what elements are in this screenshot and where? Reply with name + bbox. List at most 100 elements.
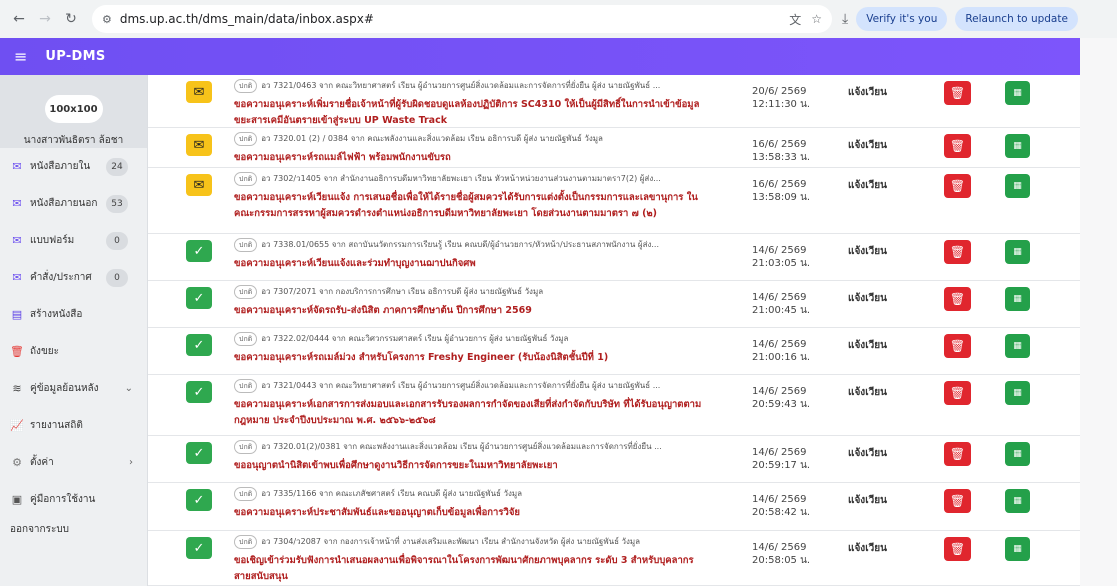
export-button[interactable]: ▦ — [1005, 442, 1030, 466]
sidebar-item-forms[interactable]: ✉ แบบฟอร์ม 0 — [0, 222, 147, 259]
unread-envelope-icon[interactable]: ✉ — [186, 174, 212, 196]
site-info-icon[interactable]: ⚙ — [102, 13, 112, 26]
app-header: ≡ UP-DMS — [0, 38, 1080, 75]
document-info[interactable]: ปกติ อว 7307/2071 จาก กองบริการการศึกษา เ… — [234, 285, 704, 319]
document-info[interactable]: ปกติ อว 7320.01(2)/0381 จาก คณะพลังงานและ… — [234, 440, 704, 474]
sidebar-item-orders[interactable]: ✉ คำสั่ง/ประกาศ 0 — [0, 259, 147, 296]
export-button[interactable]: ▦ — [1005, 537, 1030, 561]
chevron-right-icon: › — [129, 457, 133, 468]
table-row[interactable]: ✓ ปกติ อว 7338.01/0655 จาก สถาบันนวัตกรรมก… — [148, 234, 1080, 281]
address-bar[interactable]: ⚙ dms.up.ac.th/dms_main/data/inbox.aspx#… — [92, 5, 832, 33]
sidebar-item-external-docs[interactable]: ✉ หนังสือภายนอก 53 — [0, 185, 147, 222]
translate-icon[interactable]: 文 — [789, 11, 801, 28]
document-meta-text: อว 7335/1166 จาก คณะเภสัชศาสตร์ เรียน คณ… — [261, 489, 523, 498]
table-row[interactable]: ✓ ปกติ อว 7335/1166 จาก คณะเภสัชศาสตร์ เรี… — [148, 483, 1080, 531]
delete-button[interactable]: 🗑 — [944, 334, 971, 358]
document-subject[interactable]: ขอความอนุเคราะห์รถเมล์ม่วง สำหรับโครงการ… — [234, 350, 704, 366]
document-subject[interactable]: ขอความอนุเคราะห์เวียนแจ้ง การเสนอชื่อเพื… — [234, 190, 704, 222]
bookmark-star-icon[interactable]: ☆ — [811, 12, 822, 26]
document-subject[interactable]: ขอความอนุเคราะห์จัดรถรับ-ส่งนิสิต ภาคการ… — [234, 303, 704, 319]
delete-button[interactable]: 🗑 — [944, 537, 971, 561]
delete-button[interactable]: 🗑 — [944, 240, 971, 264]
spreadsheet-icon: ▦ — [1013, 388, 1022, 398]
action-label: แจ้งเวียน — [848, 340, 887, 351]
read-check-icon[interactable]: ✓ — [186, 489, 212, 511]
delete-button[interactable]: 🗑 — [944, 442, 971, 466]
export-button[interactable]: ▦ — [1005, 240, 1030, 264]
table-row[interactable]: ✉ ปกติ อว 7321/0463 จาก คณะวิทยาศาสตร์ เรี… — [148, 75, 1080, 128]
document-meta-text: อว 7321/0463 จาก คณะวิทยาศาสตร์ เรียน ผู… — [261, 81, 661, 90]
table-row[interactable]: ✉ ปกติ อว 7302/ว1405 จาก สำนักงานอธิการบดี… — [148, 168, 1080, 234]
read-check-icon[interactable]: ✓ — [186, 334, 212, 356]
document-subject[interactable]: ขอความอนุเคราะห์รถแมล์ไฟฟ้า พร้อมพนักงาน… — [234, 150, 704, 166]
hamburger-menu-icon[interactable]: ≡ — [14, 47, 27, 66]
sidebar-item-trash[interactable]: 🗑 ถังขยะ — [0, 333, 147, 370]
export-button[interactable]: ▦ — [1005, 381, 1030, 405]
table-row[interactable]: ✓ ปกติ อว 7322.02/0444 จาก คณะวิศวกรรมศาสต… — [148, 328, 1080, 375]
document-info[interactable]: ปกติ อว 7321/0443 จาก คณะวิทยาศาสตร์ เรีย… — [234, 379, 704, 429]
document-info[interactable]: ปกติ อว 7321/0463 จาก คณะวิทยาศาสตร์ เรีย… — [234, 79, 704, 129]
document-info[interactable]: ปกติ อว 7302/ว1405 จาก สำนักงานอธิการบดีม… — [234, 172, 704, 222]
sidebar-item-label: คู่มือการใช้งาน — [30, 494, 96, 505]
read-check-icon[interactable]: ✓ — [186, 537, 212, 559]
back-icon[interactable]: ← — [8, 8, 30, 30]
trash-icon: 🗑 — [949, 447, 966, 461]
table-row[interactable]: ✓ ปกติ อว 7321/0443 จาก คณะวิทยาศาสตร์ เรี… — [148, 375, 1080, 436]
delete-button[interactable]: 🗑 — [944, 174, 971, 198]
sidebar-item-manual[interactable]: ▣ คู่มือการใช้งาน — [0, 481, 147, 518]
document-meta-text: อว 7302/ว1405 จาก สำนักงานอธิการบดีมหาวิ… — [261, 174, 661, 183]
unread-envelope-icon[interactable]: ✉ — [186, 134, 212, 156]
download-icon[interactable]: ⤓ — [842, 11, 848, 27]
delete-button[interactable]: 🗑 — [944, 381, 971, 405]
relaunch-button[interactable]: Relaunch to update — [955, 7, 1078, 31]
document-info[interactable]: ปกติ อว 7335/1166 จาก คณะเภสัชศาสตร์ เรีย… — [234, 487, 704, 521]
spreadsheet-icon: ▦ — [1013, 247, 1022, 257]
document-subject[interactable]: ขอความอนุเคราะห์เวียนแจ้งและร่วมทำบุญงาน… — [234, 256, 704, 272]
document-info[interactable]: ปกติ อว 7320.01 (2) / 0384 จาก คณะพลังงาน… — [234, 132, 704, 166]
delete-button[interactable]: 🗑 — [944, 489, 971, 513]
document-subject[interactable]: ขอความอนุเคราะห์เพิ่มรายชื่อเจ้าหน้าที่ผ… — [234, 97, 704, 129]
read-check-icon[interactable]: ✓ — [186, 287, 212, 309]
delete-button[interactable]: 🗑 — [944, 134, 971, 158]
read-check-icon[interactable]: ✓ — [186, 240, 212, 262]
document-info[interactable]: ปกติ อว 7322.02/0444 จาก คณะวิศวกรรมศาสตร… — [234, 332, 704, 366]
sidebar-item-settings[interactable]: ⚙ ตั้งค่า › — [0, 444, 147, 481]
read-check-icon[interactable]: ✓ — [186, 442, 212, 464]
delete-button[interactable]: 🗑 — [944, 287, 971, 311]
sidebar-item-logout[interactable]: ออกจากระบบ — [0, 518, 147, 540]
export-button[interactable]: ▦ — [1005, 334, 1030, 358]
sidebar-item-reports[interactable]: 📈 รายงานสถิติ — [0, 407, 147, 444]
export-button[interactable]: ▦ — [1005, 81, 1030, 105]
export-button[interactable]: ▦ — [1005, 134, 1030, 158]
document-meta-text: อว 7321/0443 จาก คณะวิทยาศาสตร์ เรียน ผู… — [261, 381, 661, 390]
table-row[interactable]: ✉ ปกติ อว 7320.01 (2) / 0384 จาก คณะพลังงา… — [148, 128, 1080, 168]
sidebar-item-internal-docs[interactable]: ✉ หนังสือภายใน 24 — [0, 148, 147, 185]
sidebar-item-label: คำสั่ง/ประกาศ — [30, 272, 92, 283]
document-date: 14/6/ 2569 — [752, 447, 807, 458]
sidebar-item-label: สร้างหนังสือ — [30, 309, 83, 320]
delete-button[interactable]: 🗑 — [944, 81, 971, 105]
export-button[interactable]: ▦ — [1005, 174, 1030, 198]
table-row[interactable]: ✓ ปกติ อว 7304/ว2087 จาก กองการเจ้าหน้าที่… — [148, 531, 1080, 586]
document-info[interactable]: ปกติ อว 7338.01/0655 จาก สถาบันนวัตกรรมกา… — [234, 238, 704, 272]
inbox-icon: ✉ — [12, 271, 22, 284]
forward-icon[interactable]: → — [34, 8, 56, 30]
sidebar-item-archive[interactable]: ≋ คู่ข้อมูลย้อนหลัง ⌄ — [0, 370, 147, 407]
document-subject[interactable]: ขอความอนุเคราะห์ประชาสัมพันธ์และขออนุญาต… — [234, 505, 704, 521]
document-subject[interactable]: ขอความอนุเคราะห์เอกสารการส่งมอบและเอกสาร… — [234, 397, 704, 429]
document-info[interactable]: ปกติ อว 7304/ว2087 จาก กองการเจ้าหน้าที่ … — [234, 535, 704, 585]
unread-envelope-icon[interactable]: ✉ — [186, 81, 212, 103]
table-row[interactable]: ✓ ปกติ อว 7320.01(2)/0381 จาก คณะพลังงานแล… — [148, 436, 1080, 483]
export-button[interactable]: ▦ — [1005, 489, 1030, 513]
reload-icon[interactable]: ↻ — [60, 8, 82, 30]
document-datetime: 14/6/ 2569 20:58:42 น. — [752, 493, 832, 519]
read-check-icon[interactable]: ✓ — [186, 381, 212, 403]
sidebar-item-create-doc[interactable]: ▤ สร้างหนังสือ — [0, 296, 147, 333]
document-subject[interactable]: ขออนุญาตนำนิสิตเข้าพบเพื่อศึกษาดูงานวิธี… — [234, 458, 704, 474]
document-time: 20:58:05 น. — [752, 555, 811, 566]
export-button[interactable]: ▦ — [1005, 287, 1030, 311]
sidebar-item-label: หนังสือภายใน — [30, 161, 91, 172]
table-row[interactable]: ✓ ปกติ อว 7307/2071 จาก กองบริการการศึกษา … — [148, 281, 1080, 328]
verify-button[interactable]: Verify it's you — [856, 7, 948, 31]
document-subject[interactable]: ขอเชิญเข้าร่วมรับฟังการนำเสนอผลงานเพื่อพ… — [234, 553, 704, 585]
